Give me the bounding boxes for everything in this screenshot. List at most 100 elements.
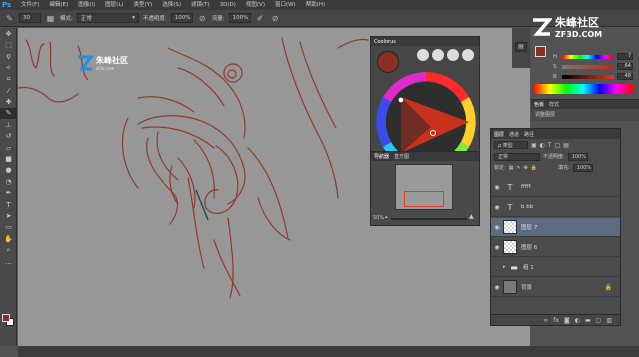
lock-pixels-icon[interactable]: ✎ [516, 165, 520, 171]
menu-window[interactable]: 窗口(W) [270, 0, 301, 10]
mask-icon[interactable]: ◙ [564, 317, 570, 324]
preset-d-icon[interactable] [462, 49, 474, 61]
preset-a-icon[interactable] [417, 49, 429, 61]
filter-adjust-icon[interactable]: ◐ [540, 142, 545, 149]
visibility-eye-icon[interactable]: ◉ [491, 244, 503, 251]
visibility-eye-icon[interactable]: ◉ [491, 284, 503, 291]
menu-select[interactable]: 选择(S) [157, 0, 186, 10]
more-tools-icon[interactable]: … [0, 256, 17, 267]
filter-smart-icon[interactable]: ▤ [563, 142, 569, 149]
lock-transparent-icon[interactable]: ▦ [509, 165, 514, 171]
fill-field[interactable]: 100% [572, 163, 593, 172]
blend-mode-dropdown[interactable]: 正常 [494, 152, 540, 161]
tab-styles[interactable]: 样式 [549, 101, 559, 108]
layer-row[interactable]: ◉ T b bb [491, 198, 620, 217]
preset-c-icon[interactable] [447, 49, 459, 61]
lasso-tool-icon[interactable]: ϙ [0, 51, 17, 62]
navigator-preview[interactable] [395, 164, 453, 210]
filter-shape-icon[interactable]: ▢ [555, 142, 561, 149]
menu-help[interactable]: 帮助(H) [301, 0, 330, 10]
adjustment-icon[interactable]: ◐ [575, 317, 580, 324]
brush-panel-toggle-icon[interactable]: ▦ [45, 13, 56, 24]
menu-edit[interactable]: 编辑(E) [44, 0, 73, 10]
filter-type-icon[interactable]: T [548, 142, 552, 149]
menu-image[interactable]: 图像(I) [73, 0, 100, 10]
tab-navigator[interactable]: 导航器 [374, 153, 389, 160]
layer-row[interactable]: ▫ ▸ ▬ 组 1 [491, 258, 620, 277]
filter-pixel-icon[interactable]: ▣ [531, 142, 537, 149]
marquee-tool-icon[interactable]: ⬚ [0, 39, 17, 50]
link-icon[interactable]: ∞ [543, 317, 548, 324]
clone-stamp-tool-icon[interactable]: ⊥ [0, 119, 17, 130]
brush-tool-icon[interactable]: ✎ [0, 107, 17, 120]
layer-row-selected[interactable]: ◉ 图层 7 [491, 218, 620, 237]
tab-coolorus[interactable]: Coolorus [374, 39, 396, 45]
visibility-off-icon[interactable]: ▫ [491, 264, 503, 271]
tab-swatches[interactable]: 色板 [534, 101, 544, 108]
pressure-size-icon[interactable]: ⊘ [270, 13, 281, 24]
pressure-opacity-icon[interactable]: ⊘ [197, 13, 208, 24]
flow-field[interactable]: 100% [228, 13, 251, 23]
menu-file[interactable]: 文件(F) [16, 0, 44, 10]
zoom-tool-icon[interactable]: ⌕ [0, 244, 17, 255]
layer-opacity-field[interactable]: 100% [567, 152, 588, 161]
hand-tool-icon[interactable]: ✋ [0, 233, 17, 244]
type-tool-icon[interactable]: T [0, 199, 17, 210]
tab-channels[interactable]: 通道 [509, 131, 519, 138]
lock-position-icon[interactable]: ✥ [524, 165, 528, 171]
color-panel-fg-swatch[interactable] [535, 46, 546, 57]
menu-view[interactable]: 视图(V) [241, 0, 270, 10]
lock-all-icon[interactable]: 🔒 [531, 165, 537, 171]
airbrush-icon[interactable]: ✐ [255, 13, 266, 24]
navigator-zoom-value[interactable]: 50% [373, 215, 384, 221]
visibility-eye-icon[interactable]: ◉ [491, 204, 503, 211]
eraser-tool-icon[interactable]: ▱ [0, 142, 17, 153]
shape-tool-icon[interactable]: ▭ [0, 222, 17, 233]
fx-icon[interactable]: fx [553, 317, 559, 324]
opacity-field[interactable]: 100% [170, 13, 193, 23]
brush-tool-icon[interactable]: ✎ [4, 13, 15, 24]
navigator-zoom-slider[interactable] [391, 218, 467, 220]
pen-tool-icon[interactable]: ✒ [0, 187, 17, 198]
hue-value[interactable]: 7 [617, 53, 633, 60]
menu-filter[interactable]: 滤镜(T) [186, 0, 215, 10]
saturation-value[interactable]: 64 [617, 63, 633, 70]
tab-histogram[interactable]: 直方图 [394, 153, 409, 160]
spectrum-bar[interactable] [533, 84, 633, 94]
visibility-eye-icon[interactable]: ◉ [491, 184, 503, 191]
healing-tool-icon[interactable]: ✚ [0, 96, 17, 107]
layer-row[interactable]: ◉ 背景 🔒 [491, 278, 620, 297]
menu-type[interactable]: 类型(Y) [129, 0, 158, 10]
gradient-tool-icon[interactable]: ■ [0, 153, 17, 164]
move-tool-icon[interactable]: ✥ [0, 28, 17, 39]
menu-layer[interactable]: 图层(L) [100, 0, 128, 10]
tab-layers[interactable]: 图层 [494, 131, 504, 138]
eyedropper-tool-icon[interactable]: ⁄ [0, 85, 17, 96]
layer-row[interactable]: ◉ T fffff [491, 178, 620, 197]
zoom-out-icon[interactable]: ▴ [385, 214, 388, 220]
folder-icon[interactable]: ▬ [585, 317, 591, 324]
crop-tool-icon[interactable]: ⌗ [0, 74, 17, 85]
history-brush-tool-icon[interactable]: ↺ [0, 131, 17, 142]
visibility-eye-icon[interactable]: ◉ [491, 224, 503, 231]
new-layer-icon[interactable]: ▢ [596, 317, 602, 324]
navigator-view-box[interactable] [404, 191, 444, 207]
layer-row[interactable]: ◉ 图层 6 [491, 238, 620, 257]
saturation-slider[interactable] [562, 64, 614, 69]
brightness-slider[interactable] [562, 74, 614, 79]
brush-size-picker[interactable]: 30 [19, 13, 41, 23]
mode-dropdown[interactable]: 正常 ▾ [76, 13, 139, 23]
tab-paths[interactable]: 路径 [524, 131, 534, 138]
trash-icon[interactable]: ▥ [606, 317, 612, 324]
layer-filter-dropdown[interactable]: ρ 类型 [494, 141, 528, 149]
quick-select-tool-icon[interactable]: ✧ [0, 62, 17, 73]
preset-b-icon[interactable] [432, 49, 444, 61]
history-panel-icon[interactable]: ▤ [515, 42, 527, 52]
brightness-value[interactable]: 48 [617, 73, 633, 80]
foreground-color-swatch[interactable] [2, 314, 10, 322]
zoom-in-icon[interactable]: ▲ [469, 213, 474, 220]
menu-3d[interactable]: 3D(D) [215, 0, 241, 10]
blur-tool-icon[interactable]: ● [0, 165, 17, 176]
path-select-tool-icon[interactable]: ➤ [0, 210, 17, 221]
hue-slider[interactable] [562, 54, 614, 59]
